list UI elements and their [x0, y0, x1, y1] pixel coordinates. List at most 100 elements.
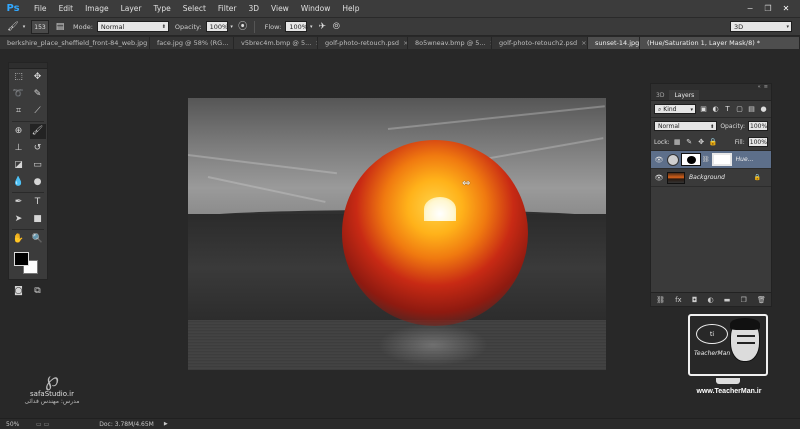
- filter-toggle-icon[interactable]: ●: [759, 105, 768, 114]
- crop-tool-icon[interactable]: ⌗: [11, 104, 27, 119]
- eraser-tool-icon[interactable]: ◪: [11, 158, 27, 173]
- menu-window[interactable]: Window: [295, 0, 337, 18]
- quick-select-tool-icon[interactable]: ✎: [30, 87, 46, 102]
- chevron-down-icon[interactable]: ▾: [307, 21, 315, 33]
- layer-name[interactable]: Background: [689, 174, 725, 181]
- menu-file[interactable]: File: [28, 0, 53, 18]
- brush-tool-icon[interactable]: 🖌: [29, 124, 46, 139]
- mode-select[interactable]: Normal ⬍: [96, 21, 169, 32]
- move-tool-icon[interactable]: ✥: [30, 70, 46, 85]
- sunset-color-glow: [342, 140, 528, 326]
- dodge-tool-icon[interactable]: ●: [30, 175, 46, 190]
- tab-document[interactable]: face.jpg @ 58% (RG...×: [150, 37, 234, 49]
- workspace-select[interactable]: 3D ▾: [730, 21, 792, 32]
- tab-document[interactable]: berkshire_place_sheffield_front-84_web.j…: [0, 37, 150, 49]
- gradient-tool-icon[interactable]: ▭: [30, 158, 46, 173]
- menu-edit[interactable]: Edit: [53, 0, 80, 18]
- eye-icon[interactable]: 👁: [653, 174, 665, 182]
- document-size: Doc: 3.78M/4.65M: [99, 420, 154, 428]
- layer-name[interactable]: Hue...: [736, 156, 754, 163]
- marquee-tool-icon[interactable]: ⬚: [11, 70, 27, 85]
- lock-all-icon[interactable]: 🔒: [709, 138, 718, 147]
- new-adjustment-layer-icon[interactable]: ◐: [708, 296, 714, 304]
- add-mask-icon[interactable]: ◘: [692, 296, 698, 304]
- eyedropper-tool-icon[interactable]: ⟋: [30, 104, 46, 119]
- clone-stamp-tool-icon[interactable]: ⊥: [11, 141, 27, 156]
- eye-icon[interactable]: 👁: [653, 156, 665, 164]
- layer-mask-thumbnail[interactable]: [681, 153, 701, 166]
- lock-transparency-icon[interactable]: ▦: [673, 138, 682, 147]
- zoom-tool-icon[interactable]: 🔍: [30, 232, 46, 247]
- chevron-down-icon[interactable]: ▾: [228, 21, 236, 33]
- layer-mask-thumbnail[interactable]: [711, 153, 732, 166]
- pixel-filter-icon[interactable]: ▣: [699, 105, 708, 114]
- close-icon[interactable]: ×: [581, 39, 586, 47]
- quick-mask-icon[interactable]: ◙: [11, 284, 27, 299]
- adjustment-filter-icon[interactable]: ◐: [711, 105, 720, 114]
- type-filter-icon[interactable]: T: [723, 105, 732, 114]
- healing-brush-tool-icon[interactable]: ⊕: [11, 124, 27, 139]
- hand-tool-icon[interactable]: ✋: [11, 232, 27, 247]
- menu-layer[interactable]: Layer: [115, 0, 148, 18]
- menu-3d[interactable]: 3D: [242, 0, 265, 18]
- filter-kind-value: Kind: [663, 106, 677, 113]
- history-brush-tool-icon[interactable]: ↺: [30, 141, 46, 156]
- new-group-icon[interactable]: ▬: [724, 296, 731, 304]
- menu-image[interactable]: Image: [79, 0, 115, 18]
- tab-document-active[interactable]: sunset-14.jpg: [588, 37, 640, 49]
- lasso-tool-icon[interactable]: ➰: [11, 87, 27, 102]
- flow-input[interactable]: 100%: [285, 21, 308, 32]
- layers-panel: « ≡ 3D Layers ⌕ Kind ▾ ▣ ◐ T ▢ ▤ ● Norma…: [650, 83, 772, 307]
- foreground-color-swatch[interactable]: [14, 252, 29, 266]
- tab-document[interactable]: 8o5wneav.bmp @ 5...×: [408, 37, 492, 49]
- type-tool-icon[interactable]: T: [30, 195, 46, 210]
- pressure-size-icon[interactable]: ⦾: [329, 21, 343, 33]
- trash-icon[interactable]: 🗑: [757, 296, 766, 304]
- pen-tool-icon[interactable]: ✒: [11, 195, 27, 210]
- layer-row[interactable]: 👁 ⛓ Hue...: [651, 151, 771, 169]
- tab-document[interactable]: golf-photo-retouch2.psd ×: [492, 37, 588, 49]
- tab-document[interactable]: v5brec4m.bmp @ 5...×: [234, 37, 318, 49]
- menu-type[interactable]: Type: [148, 0, 177, 18]
- pressure-opacity-icon[interactable]: ⦿: [236, 21, 250, 33]
- lock-position-icon[interactable]: ✥: [697, 138, 706, 147]
- restore-button[interactable]: ❐: [760, 2, 776, 15]
- tab-document[interactable]: golf-photo-retouch.psd ×: [318, 37, 408, 49]
- divider: [12, 192, 44, 193]
- chain-link-icon[interactable]: ⛓: [702, 156, 710, 163]
- layer-filter-select[interactable]: ⌕ Kind ▾: [654, 104, 696, 114]
- opacity-input[interactable]: 100%: [205, 21, 228, 32]
- document-canvas[interactable]: ⇔: [188, 98, 606, 370]
- link-layers-icon[interactable]: ⛓: [656, 296, 665, 304]
- new-layer-icon[interactable]: ❐: [741, 296, 747, 304]
- tab-layers[interactable]: Layers: [669, 90, 700, 100]
- layer-row[interactable]: 👁 Background 🔒: [651, 169, 771, 187]
- chevron-down-icon: ⬍: [161, 24, 166, 30]
- screen-mode-icon[interactable]: ⧉: [30, 284, 46, 299]
- brush-panel-icon[interactable]: ▤: [53, 21, 67, 33]
- chevron-right-icon[interactable]: ▶: [164, 421, 168, 427]
- path-select-tool-icon[interactable]: ➤: [11, 212, 27, 227]
- menu-help[interactable]: Help: [336, 0, 365, 18]
- tab-3d[interactable]: 3D: [651, 90, 669, 100]
- menu-view[interactable]: View: [265, 0, 295, 18]
- menu-filter[interactable]: Filter: [212, 0, 243, 18]
- airbrush-icon[interactable]: ✈: [315, 21, 329, 33]
- chevron-down-icon[interactable]: ▾: [20, 21, 28, 33]
- blend-mode-select[interactable]: Normal ⬍: [654, 121, 718, 131]
- brush-size-picker[interactable]: 153: [31, 19, 49, 34]
- layer-opacity-input[interactable]: 100%: [748, 121, 768, 131]
- close-button[interactable]: ✕: [778, 2, 794, 15]
- minimize-button[interactable]: −: [742, 2, 758, 15]
- shape-filter-icon[interactable]: ▢: [735, 105, 744, 114]
- blur-tool-icon[interactable]: 💧: [11, 175, 27, 190]
- lock-pixels-icon[interactable]: ✎: [685, 138, 694, 147]
- layer-style-icon[interactable]: fx: [675, 296, 682, 304]
- rectangle-tool-icon[interactable]: ■: [30, 212, 46, 227]
- brush-preset-icon[interactable]: 🖌: [6, 21, 20, 33]
- layer-fill-input[interactable]: 100%: [747, 137, 768, 147]
- zoom-level[interactable]: 50%: [6, 421, 30, 428]
- smart-object-filter-icon[interactable]: ▤: [747, 105, 756, 114]
- tab-document-title[interactable]: (Hue/Saturation 1, Layer Mask/8) *: [640, 37, 800, 49]
- menu-select[interactable]: Select: [177, 0, 212, 18]
